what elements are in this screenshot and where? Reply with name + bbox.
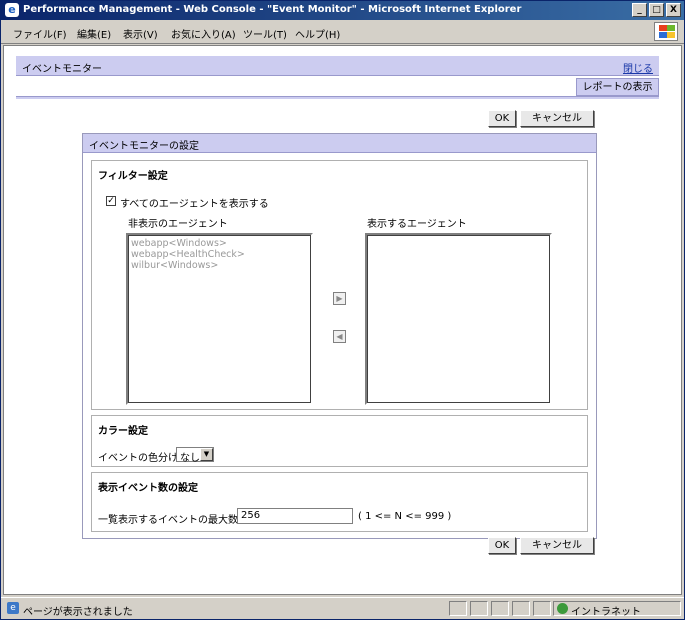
hidden-agents-label: 非表示のエージェント [128, 219, 228, 230]
page-loaded-icon: e [7, 602, 19, 614]
ie-icon: e [5, 3, 19, 17]
page-content: イベントモニター 閉じる レポートの表示 OK キャンセル イベントモニターの設… [3, 45, 682, 595]
window-title: Performance Management - Web Console - "… [23, 4, 522, 15]
status-cell [491, 601, 509, 616]
max-events-input[interactable]: 256 [237, 508, 353, 524]
list-item[interactable]: webapp<Windows> [128, 238, 311, 249]
menu-edit[interactable]: 編集(E) [77, 26, 111, 41]
settings-title-bar: イベントモニターの設定 [83, 134, 596, 153]
max-events-hint: ( 1 <= N <= 999 ) [358, 511, 452, 522]
shown-agents-list[interactable] [365, 233, 552, 405]
menu-file[interactable]: ファイル(F) [13, 26, 67, 41]
status-cell [470, 601, 488, 616]
max-events-label: 一覧表示するイベントの最大数 [98, 515, 238, 526]
menu-bar: ファイル(F) 編集(E) 表示(V) お気に入り(A) ツール(T) ヘルプ(… [1, 20, 684, 44]
color-settings-group: カラー設定 イベントの色分け なし ▼ [91, 415, 588, 467]
filter-settings-group: フィルター設定 ✓ すべてのエージェントを表示する 非表示のエージェント 表示す… [91, 160, 588, 410]
shown-agents-label: 表示するエージェント [367, 219, 467, 230]
event-count-settings-title: 表示イベント数の設定 [98, 483, 198, 494]
ok-button-bottom[interactable]: OK [488, 537, 516, 554]
ok-button-top[interactable]: OK [488, 110, 516, 127]
filter-settings-title: フィルター設定 [98, 171, 168, 182]
window-controls: _ □ X [632, 3, 681, 17]
menu-help[interactable]: ヘルプ(H) [295, 26, 340, 41]
event-count-settings-group: 表示イベント数の設定 一覧表示するイベントの最大数 256 ( 1 <= N <… [91, 472, 588, 532]
event-color-select[interactable]: なし ▼ [176, 447, 214, 464]
menu-favorites[interactable]: お気に入り(A) [171, 26, 236, 41]
title-bar: e Performance Management - Web Console -… [1, 1, 684, 20]
page-header: イベントモニター 閉じる [16, 56, 659, 76]
report-display-tab[interactable]: レポートの表示 [576, 78, 659, 96]
move-left-icon[interactable]: ◀ [333, 330, 346, 343]
move-right-icon[interactable]: ▶ [333, 292, 346, 305]
cancel-button-top[interactable]: キャンセル [520, 110, 594, 127]
status-cell [512, 601, 530, 616]
minimize-button[interactable]: _ [632, 3, 647, 17]
settings-panel: イベントモニターの設定 フィルター設定 ✓ すべてのエージェントを表示する 非表… [82, 133, 597, 539]
hidden-agents-list[interactable]: webapp<Windows> webapp<HealthCheck> wilbur… [126, 233, 313, 405]
menu-tools[interactable]: ツール(T) [243, 26, 287, 41]
status-text: ページが表示されました [23, 607, 133, 618]
close-window-button[interactable]: X [666, 3, 681, 17]
header-divider [16, 96, 659, 99]
event-color-label: イベントの色分け [98, 453, 178, 464]
cancel-button-bottom[interactable]: キャンセル [520, 537, 594, 554]
show-all-agents-label: すべてのエージェントを表示する [120, 199, 269, 210]
list-item[interactable]: wilbur<Windows> [128, 260, 311, 271]
menu-view[interactable]: 表示(V) [123, 26, 158, 41]
intranet-globe-icon [557, 603, 568, 614]
event-color-value: なし [180, 453, 200, 464]
status-cell [449, 601, 467, 616]
close-link[interactable]: 閉じる [623, 60, 653, 75]
zone-text: イントラネット [571, 607, 641, 618]
show-all-agents-checkbox[interactable]: ✓ [106, 196, 116, 206]
chevron-down-icon[interactable]: ▼ [200, 448, 213, 461]
maximize-button[interactable]: □ [649, 3, 664, 17]
color-settings-title: カラー設定 [98, 426, 148, 437]
list-item[interactable]: webapp<HealthCheck> [128, 249, 311, 260]
settings-title: イベントモニターの設定 [89, 141, 199, 152]
status-bar: e ページが表示されました イントラネット [1, 597, 684, 619]
browser-window: e Performance Management - Web Console -… [0, 0, 685, 620]
page-title: イベントモニター [22, 64, 102, 75]
windows-logo-icon [654, 22, 678, 41]
status-cell [533, 601, 551, 616]
